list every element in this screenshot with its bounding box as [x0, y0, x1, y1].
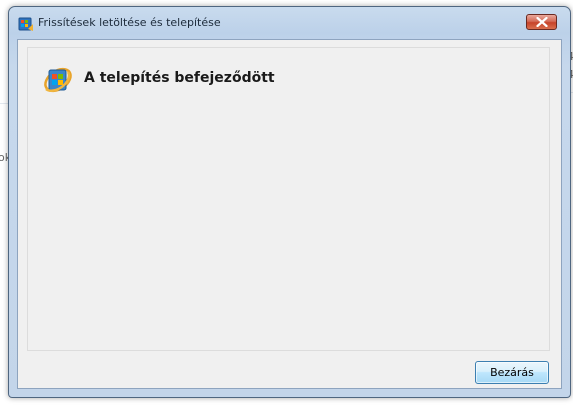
update-dialog-window: Frissítések letöltése és telepítése A te — [8, 6, 571, 398]
dialog-client-area: A telepítés befejeződött Bezárás — [17, 39, 562, 389]
close-x-icon — [536, 17, 548, 27]
close-dialog-button[interactable]: Bezárás — [475, 361, 549, 384]
windows-update-icon — [18, 16, 34, 32]
window-close-button[interactable] — [526, 14, 557, 30]
background-divider — [0, 103, 8, 104]
status-heading: A telepítés befejeződött — [84, 70, 275, 86]
content-panel: A telepítés befejeződött — [27, 47, 550, 351]
window-title: Frissítések letöltése és telepítése — [38, 16, 221, 29]
windows-update-icon — [42, 64, 74, 96]
title-bar[interactable]: Frissítések letöltése és telepítése — [9, 7, 570, 37]
